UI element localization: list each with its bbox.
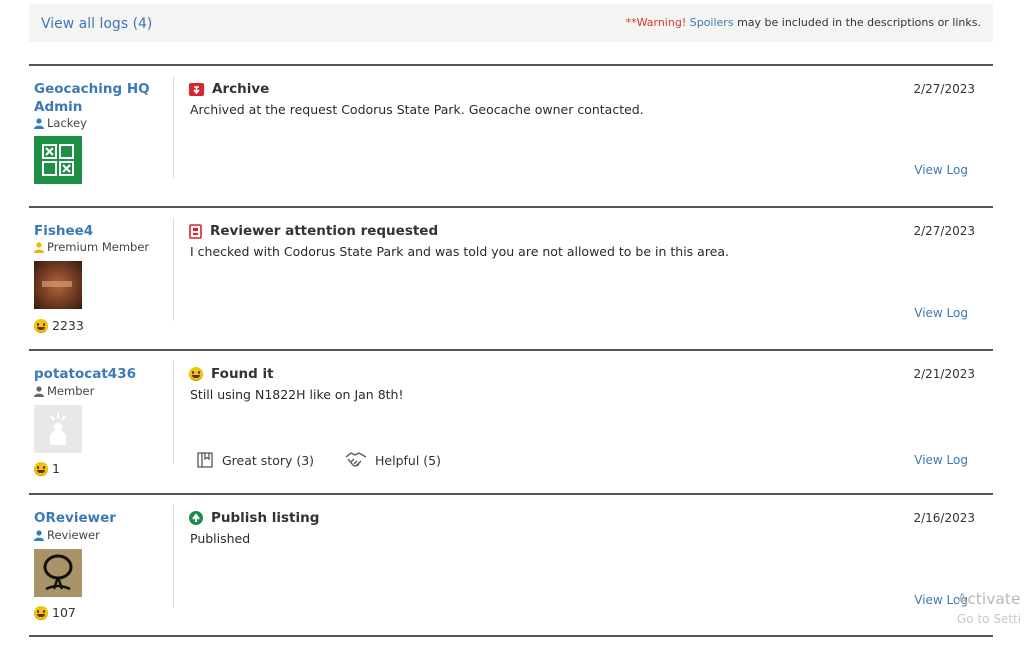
author-role: Lackey <box>34 116 87 130</box>
helpful-button[interactable]: Helpful (5) <box>345 451 441 469</box>
found-it-icon <box>189 367 203 381</box>
log-type-label: Archive <box>212 81 270 97</box>
log-text: Still using N1822H like on Jan 8th! <box>190 387 404 402</box>
warning-suffix: may be included in the descriptions or l… <box>737 16 981 29</box>
column-divider <box>173 218 174 321</box>
author-role: Member <box>34 384 94 398</box>
view-log-link[interactable]: View Log <box>914 163 968 177</box>
log-type-label: Reviewer attention requested <box>210 223 439 239</box>
spoiler-warning: **Warning! Spoilers may be included in t… <box>626 16 981 29</box>
great-story-label: Great story (3) <box>222 452 315 468</box>
helpful-label: Helpful (5) <box>375 452 441 468</box>
log-type-label: Publish listing <box>211 510 320 526</box>
view-log-link[interactable]: View Log <box>914 453 968 467</box>
log-type: Archive <box>189 81 269 97</box>
log-date: 2/27/2023 <box>913 82 975 96</box>
log-type: Found it <box>189 366 274 382</box>
spoilers-link[interactable]: Spoilers <box>690 16 734 29</box>
author-avatar[interactable] <box>34 261 82 309</box>
smiley-icon <box>34 318 48 333</box>
basic-member-icon <box>34 385 44 397</box>
finds-count: 1 <box>34 461 60 476</box>
view-all-logs-link[interactable]: View all logs (4) <box>41 16 152 32</box>
author-role: Premium Member <box>34 240 149 254</box>
author-role-label: Lackey <box>47 116 87 130</box>
divider <box>29 64 993 66</box>
great-story-button[interactable]: Great story (3) <box>196 451 314 469</box>
author-avatar[interactable] <box>34 549 82 597</box>
column-divider <box>173 76 174 178</box>
log-author[interactable]: OReviewer <box>34 509 116 527</box>
log-text: Archived at the request Codorus State Pa… <box>190 102 644 117</box>
log-author[interactable]: potatocat436 <box>34 365 136 383</box>
finds-count-value: 107 <box>52 605 76 620</box>
log-entry: potatocat436 Member 1 Found it Still usi… <box>29 349 993 491</box>
handshake-icon <box>345 452 367 467</box>
log-date: 2/16/2023 <box>913 511 975 525</box>
log-type: Reviewer attention requested <box>189 223 438 239</box>
settings-watermark: Go to Setti <box>957 612 1022 626</box>
divider <box>29 206 993 208</box>
author-avatar[interactable] <box>34 136 82 184</box>
warning-prefix: **Warning! <box>625 16 687 29</box>
log-text: I checked with Codorus State Park and wa… <box>190 244 730 259</box>
log-text: Published <box>190 531 251 546</box>
view-log-link[interactable]: View Log <box>914 306 968 320</box>
member-person-icon <box>34 117 44 129</box>
finds-count: 107 <box>34 605 76 620</box>
premium-member-icon <box>34 241 44 253</box>
archive-icon <box>189 82 204 96</box>
publish-icon <box>189 511 203 525</box>
log-entry: Geocaching HQ Admin Lackey Archive Archi… <box>29 64 993 204</box>
divider <box>29 635 993 637</box>
author-role-label: Reviewer <box>47 528 100 542</box>
reviewer-attention-icon <box>189 223 202 239</box>
log-author[interactable]: Geocaching HQ Admin <box>34 80 154 116</box>
column-divider <box>173 361 174 464</box>
column-divider <box>173 505 174 608</box>
divider <box>29 349 993 351</box>
log-type-label: Found it <box>211 366 274 382</box>
smiley-icon <box>34 461 48 476</box>
author-role: Reviewer <box>34 528 100 542</box>
log-type: Publish listing <box>189 510 319 526</box>
log-entry: OReviewer Reviewer 107 Publish listing P… <box>29 493 993 637</box>
log-author[interactable]: Fishee4 <box>34 222 93 240</box>
finds-count-value: 1 <box>52 461 60 476</box>
log-date: 2/21/2023 <box>913 367 975 381</box>
log-date: 2/27/2023 <box>913 224 975 238</box>
divider <box>29 493 993 495</box>
reviewer-person-icon <box>34 529 44 541</box>
logs-header-bar: View all logs (4) **Warning! Spoilers ma… <box>29 4 993 42</box>
book-icon <box>197 452 213 468</box>
finds-count-value: 2233 <box>52 318 84 333</box>
smiley-icon <box>34 605 48 620</box>
finds-count: 2233 <box>34 318 84 333</box>
activate-watermark: Activate <box>957 590 1021 608</box>
author-role-label: Member <box>47 384 95 398</box>
log-entry: Fishee4 Premium Member 2233 Reviewer att… <box>29 206 993 348</box>
author-role-label: Premium Member <box>47 240 150 254</box>
default-avatar[interactable] <box>34 405 82 453</box>
